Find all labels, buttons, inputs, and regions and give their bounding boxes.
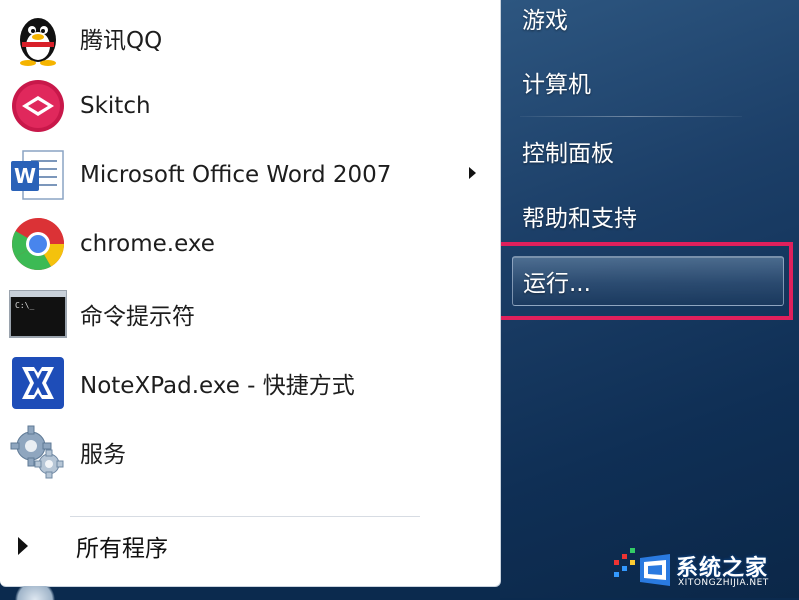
command-prompt-icon: C:\_ bbox=[8, 284, 68, 344]
right-item-help-support[interactable]: 帮助和支持 bbox=[512, 194, 784, 238]
right-separator bbox=[520, 116, 742, 117]
watermark: 系统之家 XITONGZHIJIA.NET bbox=[608, 540, 798, 596]
expand-arrow-icon bbox=[18, 537, 28, 555]
right-item-label: 帮助和支持 bbox=[522, 206, 637, 232]
program-label: 命令提示符 bbox=[80, 304, 195, 330]
services-gear-icon bbox=[8, 422, 68, 482]
right-item-control-panel[interactable]: 控制面板 bbox=[512, 129, 784, 173]
notexpad-icon bbox=[8, 353, 68, 413]
svg-text:W: W bbox=[14, 164, 36, 188]
right-item-games[interactable]: 游戏 bbox=[512, 0, 784, 40]
svg-text:C:\_: C:\_ bbox=[15, 301, 34, 310]
program-item-command-prompt[interactable]: C:\_ 命令提示符 bbox=[4, 284, 494, 344]
left-pane-separator bbox=[70, 516, 420, 517]
program-label: NoteXPad.exe - 快捷方式 bbox=[80, 373, 355, 399]
program-label: 服务 bbox=[80, 442, 126, 468]
program-label: 腾讯QQ bbox=[80, 28, 163, 54]
program-label: Microsoft Office Word 2007 bbox=[80, 162, 392, 188]
word-icon: W bbox=[8, 145, 68, 205]
right-item-label: 游戏 bbox=[522, 8, 568, 34]
right-item-label: 控制面板 bbox=[522, 141, 614, 167]
program-item-services[interactable]: 服务 bbox=[4, 422, 494, 482]
program-label: Skitch bbox=[80, 93, 151, 119]
program-item-word-2007[interactable]: W Microsoft Office Word 2007 bbox=[4, 145, 494, 205]
program-item-qq[interactable]: 腾讯QQ bbox=[4, 8, 494, 68]
windows-logo-icon bbox=[614, 548, 670, 586]
program-label: chrome.exe bbox=[80, 231, 215, 257]
submenu-arrow-icon[interactable] bbox=[469, 167, 476, 179]
program-item-notexpad[interactable]: NoteXPad.exe - 快捷方式 bbox=[4, 353, 494, 413]
chrome-icon bbox=[8, 214, 68, 274]
right-item-label: 计算机 bbox=[522, 72, 591, 98]
all-programs-label: 所有程序 bbox=[76, 536, 168, 562]
skitch-icon bbox=[8, 76, 68, 136]
watermark-url: XITONGZHIJIA.NET bbox=[678, 578, 769, 588]
program-item-skitch[interactable]: Skitch bbox=[4, 76, 494, 136]
all-programs-button[interactable]: 所有程序 bbox=[14, 526, 314, 566]
run-highlight-box bbox=[496, 242, 793, 320]
program-item-chrome[interactable]: chrome.exe bbox=[4, 214, 494, 274]
qq-penguin-icon bbox=[8, 8, 68, 68]
right-item-computer[interactable]: 计算机 bbox=[512, 60, 784, 104]
